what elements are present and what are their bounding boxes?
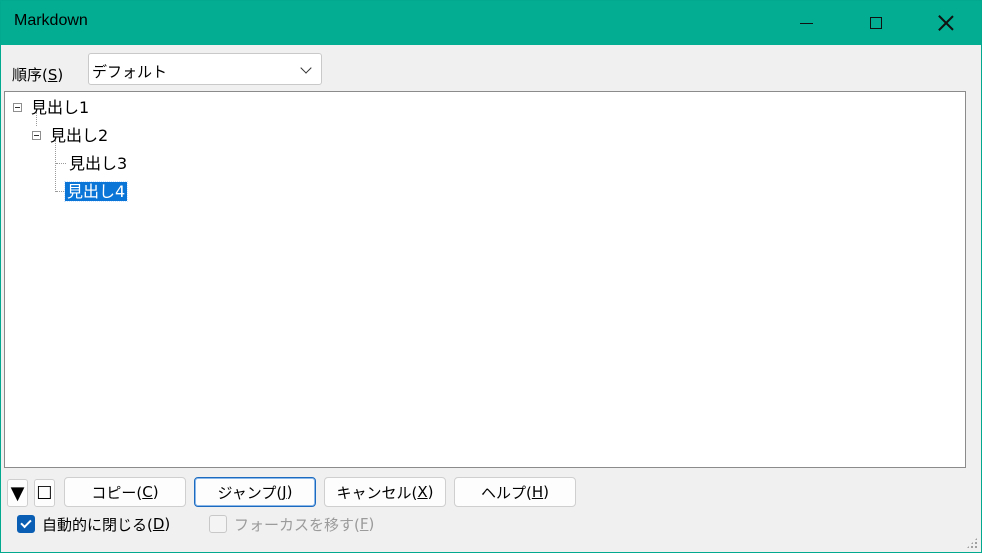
jump-button-label: ジャンプ( xyxy=(217,483,283,502)
tree-node[interactable]: 見出し2 xyxy=(48,124,110,148)
close-icon xyxy=(938,15,954,31)
help-button[interactable]: ヘルプ(H) xyxy=(454,477,576,507)
tree-node-label: 見出し4 xyxy=(63,181,129,202)
square-button[interactable]: ☐ xyxy=(34,479,55,507)
cancel-button-mnemonic: X xyxy=(417,483,428,501)
close-button[interactable] xyxy=(911,1,981,45)
tree-node-label: 見出し1 xyxy=(31,98,90,117)
cancel-button-end: ) xyxy=(427,483,434,501)
jump-button-end: ) xyxy=(286,483,293,501)
order-label-text: 順序( xyxy=(12,66,48,84)
chevron-down-icon xyxy=(300,62,312,74)
tree-node-label: 見出し3 xyxy=(69,154,128,173)
window-title: Markdown xyxy=(14,12,88,29)
tree-node[interactable]: 見出し1 xyxy=(29,96,91,120)
move-focus-end: ) xyxy=(368,515,375,533)
jump-button[interactable]: ジャンプ(J) xyxy=(194,477,316,507)
minimize-button[interactable] xyxy=(771,1,841,45)
tree-node-label: 見出し2 xyxy=(50,126,109,145)
title-bar[interactable]: Markdown xyxy=(1,1,981,45)
copy-button-end: ) xyxy=(152,483,159,501)
collapse-icon[interactable] xyxy=(32,131,41,140)
auto-close-checkbox[interactable] xyxy=(17,515,35,533)
resize-grip-icon[interactable] xyxy=(966,537,978,549)
triangle-down-icon: ▼ xyxy=(10,482,25,504)
minimize-icon xyxy=(799,22,813,24)
expand-down-button[interactable]: ▼ xyxy=(7,479,28,507)
maximize-icon xyxy=(870,17,882,29)
auto-close-mnemonic: D xyxy=(152,515,165,533)
collapse-icon[interactable] xyxy=(13,103,22,112)
tree-connector xyxy=(56,163,66,164)
copy-button-label: コピー( xyxy=(91,483,143,502)
order-label-end: ) xyxy=(57,66,64,84)
cancel-button-label: キャンセル( xyxy=(336,483,418,502)
help-button-label: ヘルプ( xyxy=(481,483,532,502)
tree-node[interactable]: 見出し3 xyxy=(67,152,129,176)
copy-button-mnemonic: C xyxy=(142,483,153,501)
help-button-end: ) xyxy=(543,483,549,501)
maximize-button[interactable] xyxy=(841,1,911,45)
auto-close-label: 自動的に閉じる( xyxy=(42,515,153,534)
tree-node-selected[interactable]: 見出し4 xyxy=(63,180,129,204)
move-focus-checkbox xyxy=(209,515,227,533)
move-focus-mnemonic: F xyxy=(359,515,369,533)
auto-close-option[interactable]: 自動的に閉じる(D) xyxy=(17,513,170,535)
cancel-button[interactable]: キャンセル(X) xyxy=(324,477,446,507)
copy-button[interactable]: コピー(C) xyxy=(64,477,186,507)
order-label: 順序(S) xyxy=(12,64,63,85)
move-focus-label: フォーカスを移す( xyxy=(234,515,360,534)
move-focus-option: フォーカスを移す(F) xyxy=(209,513,374,535)
order-select[interactable]: デフォルト xyxy=(88,53,322,85)
help-button-mnemonic: H xyxy=(531,483,544,501)
square-icon: ☐ xyxy=(36,482,53,504)
markdown-window: Markdown 順序(S) デフォルト 見出し1 見出し2 見出し3 見出し4… xyxy=(0,0,982,553)
heading-tree[interactable]: 見出し1 見出し2 見出し3 見出し4 xyxy=(4,91,966,468)
order-select-value: デフォルト xyxy=(92,63,168,81)
order-label-mnemonic: S xyxy=(47,66,58,84)
auto-close-end: ) xyxy=(164,515,171,533)
